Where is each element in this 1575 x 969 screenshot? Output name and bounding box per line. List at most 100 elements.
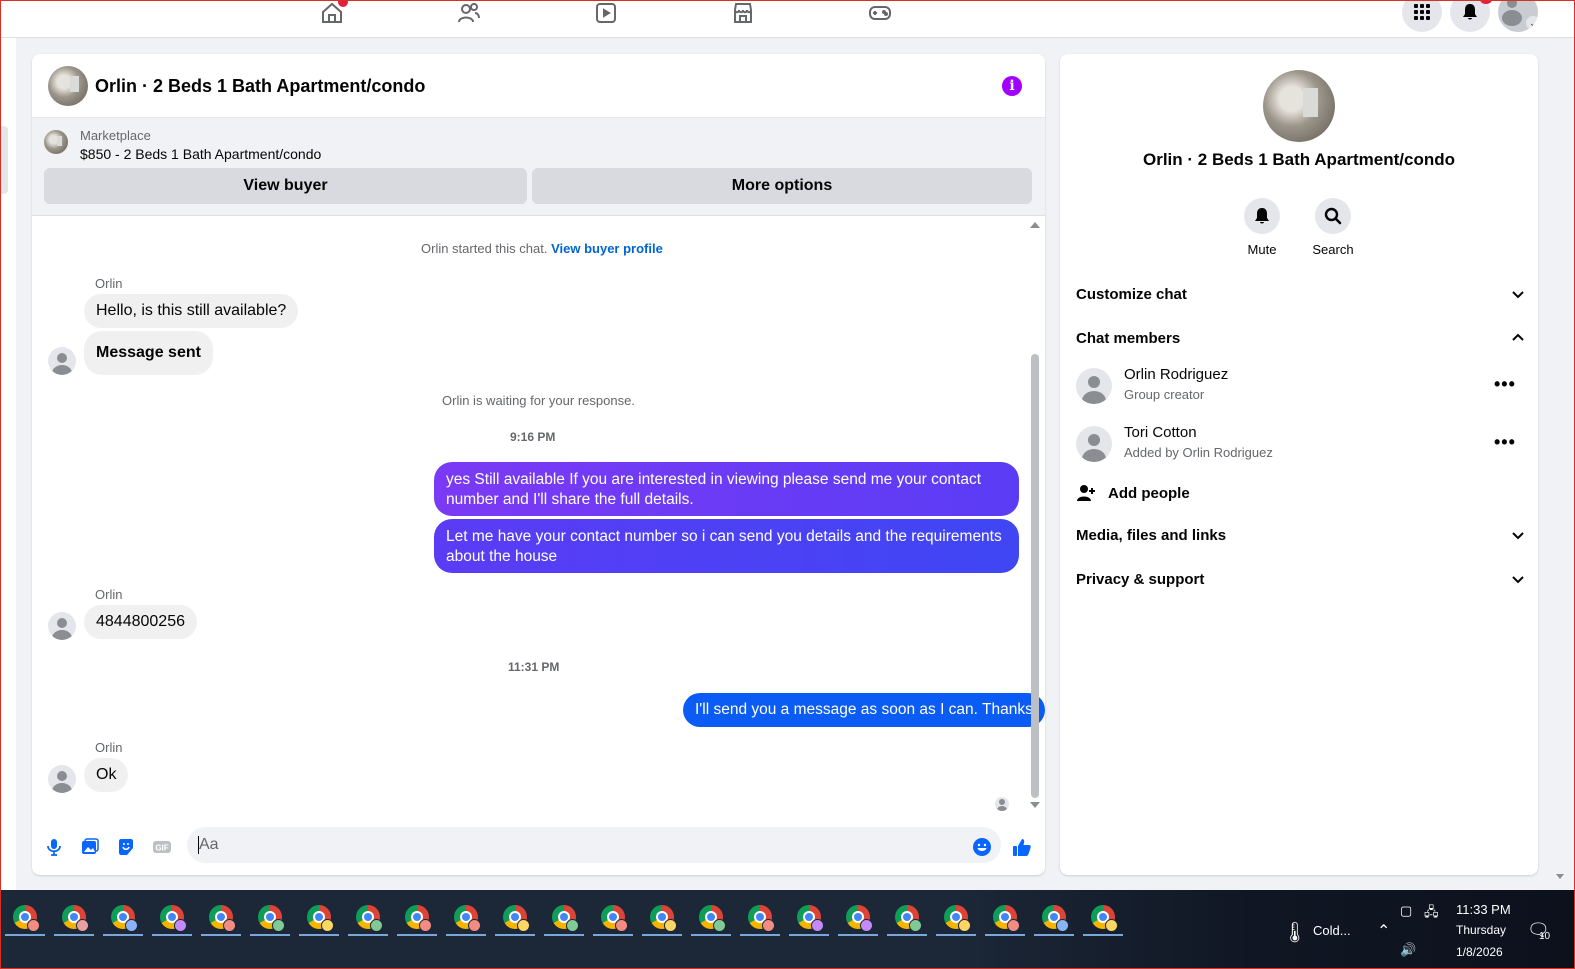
- more-options-button[interactable]: More options: [532, 168, 1032, 204]
- sender-avatar[interactable]: [48, 612, 76, 640]
- sender-avatar[interactable]: [48, 765, 76, 793]
- chrome-taskbar-app[interactable]: [52, 898, 96, 936]
- volume-icon[interactable]: 🔊: [1400, 942, 1416, 958]
- clock-date[interactable]: 1/8/2026: [1456, 945, 1503, 959]
- member-avatar[interactable]: [1076, 368, 1112, 404]
- chrome-taskbar-app[interactable]: [297, 898, 341, 936]
- view-buyer-profile-link[interactable]: View buyer profile: [551, 241, 663, 256]
- chrome-taskbar-app[interactable]: [1032, 898, 1076, 936]
- bell-icon[interactable]: [1244, 198, 1280, 234]
- page-scroll-down-arrow-icon[interactable]: [1556, 874, 1564, 879]
- more-options-icon[interactable]: •••: [1494, 374, 1516, 395]
- customize-chat-section[interactable]: Customize chat: [1076, 282, 1526, 306]
- friends-icon[interactable]: [455, 0, 483, 26]
- chrome-taskbar-app[interactable]: [591, 898, 635, 936]
- chrome-taskbar-app[interactable]: [1081, 898, 1125, 936]
- scroll-up-arrow-icon[interactable]: [1030, 222, 1040, 228]
- profile-badge-icon: [370, 919, 383, 932]
- network-icon[interactable]: 🖧: [1424, 903, 1439, 925]
- chrome-icon: [503, 905, 530, 932]
- message-scrollbar[interactable]: [1028, 222, 1042, 812]
- info-icon[interactable]: i: [1002, 76, 1022, 96]
- chat-title[interactable]: Orlin · 2 Beds 1 Bath Apartment/condo: [95, 76, 425, 97]
- emoji-icon[interactable]: [971, 836, 993, 858]
- listing-title[interactable]: $850 - 2 Beds 1 Bath Apartment/condo: [80, 146, 321, 162]
- scroll-down-arrow-icon[interactable]: [1030, 802, 1040, 808]
- chrome-taskbar-app[interactable]: [3, 898, 47, 936]
- marketplace-label: Marketplace: [80, 128, 151, 143]
- home-icon[interactable]: [318, 0, 348, 26]
- chrome-taskbar-app[interactable]: [738, 898, 782, 936]
- listing-thumbnail[interactable]: [44, 130, 68, 154]
- chrome-icon: [650, 905, 677, 932]
- message-bubble-incoming[interactable]: 4844800256: [84, 605, 197, 639]
- member-avatar[interactable]: [1076, 426, 1112, 462]
- scrollbar-thumb[interactable]: [1031, 354, 1039, 798]
- thermometer-icon[interactable]: 🌡: [1282, 920, 1307, 945]
- view-buyer-button[interactable]: View buyer: [44, 168, 527, 204]
- chrome-taskbar-app[interactable]: [150, 898, 194, 936]
- thumbs-up-icon[interactable]: [1011, 836, 1033, 858]
- chrome-taskbar-app[interactable]: [101, 898, 145, 936]
- marketplace-icon[interactable]: [729, 0, 757, 26]
- chrome-taskbar-app[interactable]: [983, 898, 1027, 936]
- seen-indicator-avatar: [995, 797, 1009, 811]
- profile-badge-icon: [566, 919, 579, 932]
- chrome-taskbar-app[interactable]: [542, 898, 586, 936]
- sticker-icon[interactable]: [115, 836, 137, 858]
- more-options-icon[interactable]: •••: [1494, 432, 1516, 453]
- video-icon[interactable]: [592, 0, 620, 26]
- notification-badge: [1480, 0, 1492, 4]
- chat-started-notice: Orlin started this chat. View buyer prof…: [421, 241, 663, 256]
- menu-grid-button[interactable]: [1402, 0, 1442, 32]
- mute-action[interactable]: Mute: [1232, 198, 1292, 257]
- chat-members-section[interactable]: Chat members: [1076, 326, 1526, 350]
- message-input[interactable]: [187, 827, 1001, 863]
- chrome-taskbar-app[interactable]: [395, 898, 439, 936]
- message-bubble-incoming[interactable]: Message sent: [84, 331, 213, 375]
- message-bubble-outgoing[interactable]: I'll send you a message as soon as I can…: [683, 693, 1045, 727]
- chrome-taskbar-app[interactable]: [934, 898, 978, 936]
- meet-now-icon[interactable]: ▢: [1400, 903, 1412, 919]
- message-bubble-incoming[interactable]: Hello, is this still available?: [84, 294, 299, 328]
- gif-icon[interactable]: GIF: [151, 836, 173, 858]
- chrome-taskbar-app[interactable]: [640, 898, 684, 936]
- message-bubble-outgoing[interactable]: yes Still available If you are intereste…: [434, 462, 1019, 516]
- chrome-taskbar-app[interactable]: [199, 898, 243, 936]
- gaming-icon[interactable]: [866, 0, 894, 26]
- chevron-up-icon[interactable]: ⌃: [1377, 921, 1390, 941]
- message-bubble-incoming[interactable]: Ok: [84, 758, 129, 792]
- chrome-taskbar-app[interactable]: [885, 898, 929, 936]
- member-row[interactable]: Orlin Rodriguez Group creator •••: [1076, 366, 1526, 406]
- chrome-taskbar-app[interactable]: [689, 898, 733, 936]
- microphone-icon[interactable]: [43, 836, 65, 858]
- photo-icon[interactable]: [79, 836, 101, 858]
- privacy-support-section[interactable]: Privacy & support: [1076, 567, 1526, 591]
- media-files-links-section[interactable]: Media, files and links: [1076, 523, 1526, 547]
- sender-avatar[interactable]: [48, 347, 76, 375]
- chat-info-panel: Orlin · 2 Beds 1 Bath Apartment/condo Mu…: [1060, 54, 1538, 875]
- notifications-button[interactable]: [1450, 0, 1492, 32]
- member-name: Tori Cotton: [1124, 424, 1197, 441]
- chrome-taskbar-app[interactable]: [346, 898, 390, 936]
- chrome-taskbar-app[interactable]: [836, 898, 880, 936]
- clock-time[interactable]: 11:33 PM: [1456, 902, 1511, 917]
- message-bubble-outgoing[interactable]: Let me have your contact number so i can…: [434, 519, 1019, 573]
- clock-day[interactable]: Thursday: [1456, 923, 1506, 937]
- message-list: Orlin started this chat. View buyer prof…: [32, 216, 1045, 814]
- member-row[interactable]: Tori Cotton Added by Orlin Rodriguez •••: [1076, 424, 1526, 464]
- profile-badge-icon: [664, 919, 677, 932]
- chat-avatar[interactable]: [48, 66, 88, 106]
- account-avatar-button[interactable]: ⌄: [1498, 0, 1538, 32]
- chrome-taskbar-app[interactable]: [493, 898, 537, 936]
- search-action[interactable]: Search: [1303, 198, 1363, 257]
- chrome-taskbar-app[interactable]: [248, 898, 292, 936]
- add-people-button[interactable]: Add people: [1076, 482, 1190, 504]
- group-avatar[interactable]: [1263, 70, 1335, 142]
- chrome-taskbar-app[interactable]: [787, 898, 831, 936]
- page-scrollbar[interactable]: [1553, 38, 1567, 890]
- search-icon[interactable]: [1315, 198, 1351, 234]
- weather-text[interactable]: Cold...: [1313, 923, 1351, 938]
- bell-icon: [1463, 4, 1477, 20]
- chrome-taskbar-app[interactable]: [444, 898, 488, 936]
